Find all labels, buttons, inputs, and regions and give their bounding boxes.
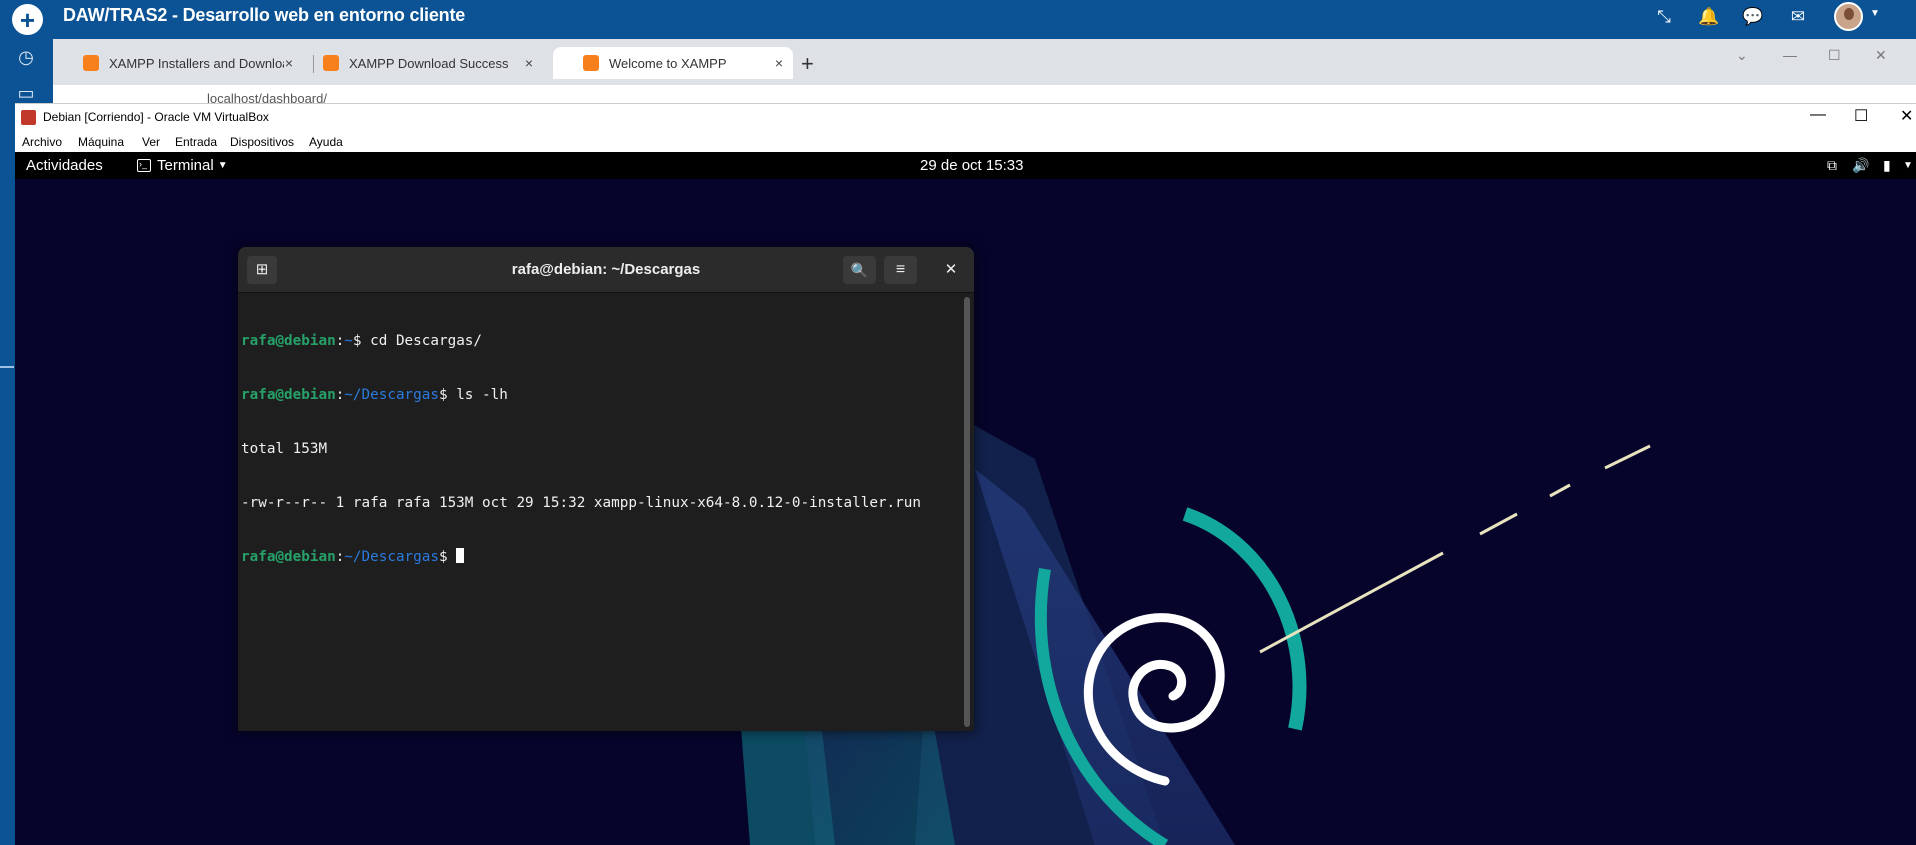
menu-maquina[interactable]: Máquina [78, 135, 124, 149]
xampp-icon [83, 55, 99, 71]
close-icon[interactable]: ✕ [1875, 47, 1887, 64]
text-cursor [456, 548, 465, 563]
terminal-line: -rw-r--r-- 1 rafa rafa 153M oct 29 15:32… [241, 495, 921, 511]
mail-icon[interactable]: ✉ [1787, 6, 1809, 28]
minimize-icon[interactable]: — [1783, 47, 1797, 63]
new-tab-button[interactable]: + [801, 51, 814, 77]
wallpaper-line [1549, 483, 1571, 498]
close-icon[interactable]: ✕ [937, 256, 965, 284]
gnome-topbar: Actividades ›_ Terminal ▼ 29 de oct 15:3… [15, 152, 1916, 179]
maximize-icon[interactable]: ☐ [1854, 106, 1868, 126]
activities-button[interactable]: Actividades [26, 157, 103, 174]
chevron-down-icon: ▼ [217, 160, 228, 171]
shrink-icon[interactable]: ⤡ [1653, 6, 1675, 28]
clock-icon[interactable]: ◷ [14, 47, 38, 71]
menu-ayuda[interactable]: Ayuda [309, 135, 343, 149]
terminal-line: rafa@debian:~/Descargas$ [241, 548, 961, 566]
close-icon[interactable]: × [775, 55, 783, 71]
terminal-icon: ›_ [137, 159, 151, 172]
terminal-line: total 153M [241, 441, 328, 457]
guest-desktop: Actividades ›_ Terminal ▼ 29 de oct 15:3… [15, 152, 1916, 845]
menu-dispositivos[interactable]: Dispositivos [230, 135, 294, 149]
volume-icon[interactable]: 🔊 [1852, 157, 1869, 174]
clock[interactable]: 29 de oct 15:33 [920, 157, 1023, 174]
menu-archivo[interactable]: Archivo [22, 135, 62, 149]
app-name: Terminal [157, 157, 214, 174]
chat-icon[interactable]: 💬 [1742, 6, 1764, 28]
bell-icon[interactable]: 🔔 [1698, 6, 1720, 28]
tab-xampp-download-success[interactable]: XAMPP Download Success × [293, 47, 543, 79]
course-title: DAW/TRAS2 - Desarrollo web en entorno cl… [63, 5, 466, 25]
scrollbar[interactable] [964, 297, 970, 727]
close-icon[interactable]: ✕ [1900, 106, 1913, 126]
terminal-line: rafa@debian:~$ cd Descargas/ [241, 333, 483, 349]
address-bar[interactable] [53, 85, 1916, 103]
hamburger-menu-icon[interactable]: ≡ [884, 256, 917, 284]
vbox-titlebar: Debian [Corriendo] - Oracle VM VirtualBo… [15, 103, 1916, 130]
search-icon[interactable]: 🔍 [843, 256, 876, 284]
terminal-line: rafa@debian:~/Descargas$ ls -lh [241, 387, 508, 403]
vbox-menubar: Archivo Máquina Ver Entrada Dispositivos… [15, 130, 1916, 152]
wallpaper-arc [1182, 507, 1307, 731]
chevron-down-icon[interactable]: ⌄ [1736, 47, 1748, 64]
lms-header: + DAW/TRAS2 - Desarrollo web en entorno … [0, 0, 1916, 39]
sidebar-indicator [0, 366, 14, 368]
close-icon[interactable]: × [285, 55, 293, 71]
avatar[interactable] [1834, 2, 1863, 31]
menu-entrada[interactable]: Entrada [175, 135, 217, 149]
close-icon[interactable]: × [525, 55, 533, 71]
terminal-headerbar: ⊞ rafa@debian: ~/Descargas 🔍 ≡ ✕ [238, 247, 974, 293]
terminal-window[interactable]: ⊞ rafa@debian: ~/Descargas 🔍 ≡ ✕ rafa@de… [238, 247, 974, 731]
tab-xampp-installers[interactable]: XAMPP Installers and Downloads × [53, 47, 303, 79]
battery-icon[interactable]: ▮ [1883, 157, 1891, 174]
app-menu[interactable]: ›_ Terminal ▼ [137, 157, 228, 174]
network-icon[interactable]: ⧉ [1827, 157, 1837, 174]
wallpaper-line [1604, 444, 1651, 470]
minimize-icon[interactable]: — [1810, 106, 1826, 124]
terminal-output[interactable]: rafa@debian:~$ cd Descargas/ rafa@debian… [241, 296, 961, 728]
window-title: Debian [Corriendo] - Oracle VM VirtualBo… [43, 110, 269, 124]
chevron-down-icon[interactable]: ▼ [1870, 8, 1880, 19]
add-button[interactable]: + [12, 4, 43, 35]
menu-ver[interactable]: Ver [142, 135, 160, 149]
tab-welcome-xampp[interactable]: Welcome to XAMPP × [553, 47, 793, 79]
xampp-icon [323, 55, 339, 71]
tab-label: XAMPP Download Success [349, 55, 509, 71]
virtualbox-icon [21, 110, 36, 125]
maximize-icon[interactable]: ☐ [1828, 47, 1841, 64]
wallpaper-line [1479, 512, 1518, 536]
tab-label: XAMPP Installers and Downloads [109, 55, 284, 71]
tab-label: Welcome to XAMPP [609, 55, 727, 71]
chevron-down-icon[interactable]: ▼ [1903, 160, 1913, 171]
xampp-icon [583, 55, 599, 71]
